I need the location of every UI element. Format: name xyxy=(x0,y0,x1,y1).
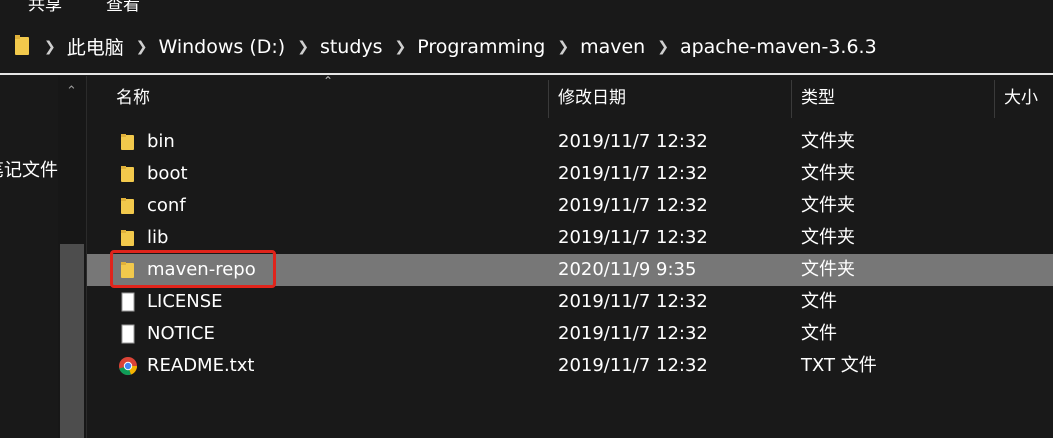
folder-icon xyxy=(121,230,134,246)
column-divider[interactable] xyxy=(791,80,792,118)
folder-icon xyxy=(15,35,29,55)
divider xyxy=(0,73,1053,75)
file-type: 文件夹 xyxy=(801,163,855,184)
file-row[interactable]: README.txt 2019/11/7 12:32 TXT 文件 xyxy=(87,350,1053,382)
breadcrumb-maven[interactable]: maven xyxy=(580,36,645,58)
file-type: 文件夹 xyxy=(801,227,855,248)
file-type: 文件 xyxy=(801,291,837,312)
file-type: 文件夹 xyxy=(801,195,855,216)
menu-share-partial[interactable]: 共享 xyxy=(28,0,62,15)
file-name: bin xyxy=(147,131,175,152)
navigation-pane: 笔记文件 xyxy=(0,76,58,438)
chevron-right-icon[interactable]: ❯ xyxy=(557,39,569,55)
file-icon xyxy=(121,292,135,312)
column-header: ⌃ 名称 修改日期 类型 大小 xyxy=(87,74,1053,120)
chevron-right-icon[interactable]: ❯ xyxy=(657,39,669,55)
nav-item-notes[interactable]: 笔记文件 xyxy=(0,156,58,182)
menu-view-partial[interactable]: 查看 xyxy=(106,0,140,15)
folder-icon xyxy=(121,166,134,182)
file-modified: 2019/11/7 12:32 xyxy=(558,131,708,152)
menu-strip: 共享 查看 xyxy=(0,0,1053,20)
column-modified[interactable]: 修改日期 xyxy=(558,76,626,120)
file-row[interactable]: LICENSE 2019/11/7 12:32 文件 xyxy=(87,286,1053,318)
column-divider[interactable] xyxy=(994,80,995,118)
chevron-right-icon[interactable]: ❯ xyxy=(297,39,309,55)
breadcrumb-studys[interactable]: studys xyxy=(320,36,383,58)
file-type: 文件 xyxy=(801,323,837,344)
file-name: conf xyxy=(147,195,186,216)
breadcrumb: ❯ 此电脑 ❯ Windows (D:) ❯ studys ❯ Programm… xyxy=(44,33,889,60)
file-modified: 2019/11/7 12:32 xyxy=(558,195,708,216)
column-size[interactable]: 大小 xyxy=(1004,76,1038,120)
file-modified: 2019/11/7 12:32 xyxy=(558,323,708,344)
file-modified: 2019/11/7 12:32 xyxy=(558,291,708,312)
breadcrumb-apache-maven[interactable]: apache-maven-3.6.3 xyxy=(680,36,877,58)
scroll-thumb[interactable] xyxy=(60,244,84,438)
file-row[interactable]: boot 2019/11/7 12:32 文件夹 xyxy=(87,158,1053,190)
breadcrumb-programming[interactable]: Programming xyxy=(417,36,545,58)
breadcrumb-this-pc[interactable]: 此电脑 xyxy=(67,33,124,60)
file-modified: 2019/11/7 12:32 xyxy=(558,163,708,184)
file-row[interactable]: NOTICE 2019/11/7 12:32 文件 xyxy=(87,318,1053,350)
chrome-icon xyxy=(119,357,138,376)
file-name: maven-repo xyxy=(147,259,256,280)
folder-icon xyxy=(121,262,134,278)
file-type: 文件夹 xyxy=(801,131,855,152)
chevron-right-icon[interactable]: ❯ xyxy=(44,39,56,55)
file-modified: 2019/11/7 12:32 xyxy=(558,227,708,248)
folder-icon xyxy=(121,198,134,214)
column-divider[interactable] xyxy=(548,80,549,118)
file-row[interactable]: conf 2019/11/7 12:32 文件夹 xyxy=(87,190,1053,222)
file-name: boot xyxy=(147,163,188,184)
file-row[interactable]: bin 2019/11/7 12:32 文件夹 xyxy=(87,126,1053,158)
file-type: 文件夹 xyxy=(801,259,855,280)
address-bar[interactable]: ❯ 此电脑 ❯ Windows (D:) ❯ studys ❯ Programm… xyxy=(0,20,1053,72)
chevron-up-icon[interactable]: ⌃ xyxy=(66,84,77,99)
nav-scrollbar[interactable]: ⌃ xyxy=(58,76,86,438)
file-modified: 2019/11/7 12:32 xyxy=(558,355,708,376)
file-name: README.txt xyxy=(147,355,255,376)
file-list: ⌃ 名称 修改日期 类型 大小 bin 2019/11/7 12:32 文件夹 … xyxy=(87,74,1053,438)
file-name: LICENSE xyxy=(147,291,223,312)
file-row-selected[interactable]: maven-repo 2020/11/9 9:35 文件夹 xyxy=(87,250,1053,288)
column-type[interactable]: 类型 xyxy=(801,76,835,120)
sort-ascending-icon: ⌃ xyxy=(323,74,334,88)
chevron-right-icon[interactable]: ❯ xyxy=(395,39,407,55)
file-modified: 2020/11/9 9:35 xyxy=(558,259,697,280)
column-name[interactable]: 名称 xyxy=(116,76,150,120)
breadcrumb-drive-d[interactable]: Windows (D:) xyxy=(158,36,285,58)
chevron-right-icon[interactable]: ❯ xyxy=(136,39,148,55)
file-icon xyxy=(121,324,135,344)
file-type: TXT 文件 xyxy=(801,355,877,376)
file-name: NOTICE xyxy=(147,323,215,344)
folder-icon xyxy=(121,134,134,150)
